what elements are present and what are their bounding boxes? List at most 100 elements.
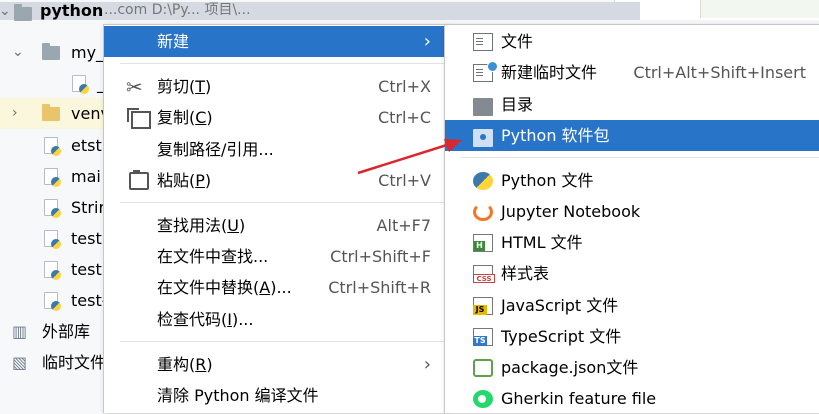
library-icon: ▥ [12,322,28,341]
tree-item-label: 外部库 [42,322,91,341]
file-icon [473,33,493,51]
tree-item-label: my_ [71,43,105,62]
menu-item-shortcut: Ctrl+Shift+R [328,278,431,297]
menu-item-new[interactable]: 新建 › [104,26,445,57]
editor-area-tab [700,0,819,18]
menu-item-label: 复制路径/引用... [157,140,274,159]
submenu-item-file[interactable]: 文件 [445,26,819,57]
package-folder-icon [473,129,493,147]
menu-item-inspect-code[interactable]: 检查代码(I)... [104,304,445,335]
tree-item-label: mai [71,167,101,186]
copy-icon [127,108,151,129]
submenu-item-python-file[interactable]: Python 文件 [445,165,819,196]
submenu-item-html[interactable]: HTML 文件 [445,227,819,258]
tree-item-label: test [71,260,102,279]
submenu-item-typescript[interactable]: TypeScript 文件 [445,321,819,352]
css-icon [473,265,495,283]
clipboard-icon [129,170,149,190]
tree-item-venv[interactable]: › venv [0,98,110,129]
chevron-right-icon: › [423,31,431,52]
menu-item-label: 在文件中查找... [157,247,269,266]
chevron-right-icon[interactable]: › [12,98,18,129]
menu-item-label: 复制(C) [157,108,213,127]
submenu-item-package-json[interactable]: package.json文件 [445,352,819,383]
menu-item-label: TypeScript 文件 [501,327,622,346]
menu-item-label: 检查代码(I)... [157,310,254,329]
context-menu: 新建 › ✂ 剪切(T) Ctrl+X 复制(C) Ctrl+C 复制路径/引用… [103,24,446,413]
chevron-down-icon[interactable]: ⌄ [0,2,11,20]
menu-item-label: 在文件中替换(A)... [157,278,292,297]
python-file-icon [44,137,61,156]
html-icon [473,234,493,252]
scratch-file-icon [473,61,498,82]
menu-separator [461,157,819,158]
menu-item-label: 新建 [157,32,190,51]
menu-item-label: 重构(R) [157,355,213,374]
menu-item-label: 剪切(T) [157,77,212,96]
menu-item-shortcut: Alt+F7 [376,216,431,235]
menu-item-clean-python[interactable]: 清除 Python 编译文件 [104,380,445,411]
python-file-icon [44,261,61,280]
menu-item-cut[interactable]: ✂ 剪切(T) Ctrl+X [104,71,445,102]
menu-item-label: Jupyter Notebook [501,202,641,221]
menu-item-label: HTML 文件 [501,233,583,252]
submenu-item-jupyter[interactable]: Jupyter Notebook [445,196,819,227]
python-file-icon [44,168,61,187]
menu-item-label: Python 软件包 [501,126,610,145]
menu-separator [120,202,445,203]
folder-icon [42,43,60,60]
menu-item-label: 清除 Python 编译文件 [157,386,319,405]
tree-item-label: 临时文件 [42,353,107,372]
menu-item-label: 查找用法(U) [157,216,246,235]
menu-item-copy[interactable]: 复制(C) Ctrl+C [104,102,445,133]
menu-item-shortcut: Ctrl+Shift+F [330,247,431,266]
scissors-icon: ✂ [126,75,143,99]
menu-item-label: 样式表 [501,264,550,283]
tree-root-label: python [40,1,104,20]
menu-separator [120,63,445,64]
new-submenu: 文件 新建临时文件 Ctrl+Alt+Shift+Insert 目录 Pytho… [444,24,819,413]
nodejs-icon [473,359,493,377]
menu-item-label: 粘贴(P) [157,171,212,190]
tree-root-path: ...com D:\Py... 项目\... [104,2,251,18]
folder-icon [473,98,493,116]
scratches-icon: ▧ [12,353,28,372]
menu-item-label: package.json文件 [501,358,639,377]
tree-item-label: etst [71,136,102,155]
menu-item-label: Gherkin feature file [501,389,657,408]
python-file-icon [44,292,61,311]
menu-item-replace-in-files[interactable]: 在文件中替换(A)... Ctrl+Shift+R [104,272,445,303]
submenu-item-gherkin[interactable]: Gherkin feature file [445,383,819,414]
python-icon [473,172,493,190]
jupyter-icon [473,203,493,221]
tree-item-label: test [71,229,102,248]
menu-item-shortcut: Ctrl+Alt+Shift+Insert [633,63,806,82]
menu-item-paste[interactable]: 粘贴(P) Ctrl+V [104,165,445,196]
menu-item-label: 目录 [501,95,534,114]
python-file-icon [44,199,61,218]
submenu-item-directory[interactable]: 目录 [445,89,819,120]
menu-separator [120,341,445,342]
submenu-item-python-package[interactable]: Python 软件包 [445,120,819,151]
menu-item-shortcut: Ctrl+X [378,77,431,96]
menu-item-label: 新建临时文件 [501,63,598,82]
menu-item-copy-path[interactable]: 复制路径/引用... [104,134,445,165]
menu-item-label: 文件 [501,32,534,51]
menu-item-label: Python 文件 [501,171,594,190]
menu-item-find-usages[interactable]: 查找用法(U) Alt+F7 [104,210,445,241]
folder-icon [42,104,60,121]
typescript-icon [473,328,493,346]
folder-icon [14,4,32,21]
submenu-item-scratch[interactable]: 新建临时文件 Ctrl+Alt+Shift+Insert [445,57,819,88]
tree-item-label: Strir [71,198,106,217]
menu-item-label: JavaScript 文件 [501,296,619,315]
submenu-item-javascript[interactable]: JavaScript 文件 [445,290,819,321]
python-file-icon [44,230,61,249]
submenu-item-stylesheet[interactable]: 样式表 [445,258,819,289]
chevron-down-icon[interactable]: ⌄ [12,37,24,68]
menu-item-refactor[interactable]: 重构(R) › [104,349,445,380]
javascript-icon [473,297,493,315]
python-file-icon [72,75,89,94]
menu-item-find-in-files[interactable]: 在文件中查找... Ctrl+Shift+F [104,241,445,272]
chevron-right-icon: › [423,354,431,375]
